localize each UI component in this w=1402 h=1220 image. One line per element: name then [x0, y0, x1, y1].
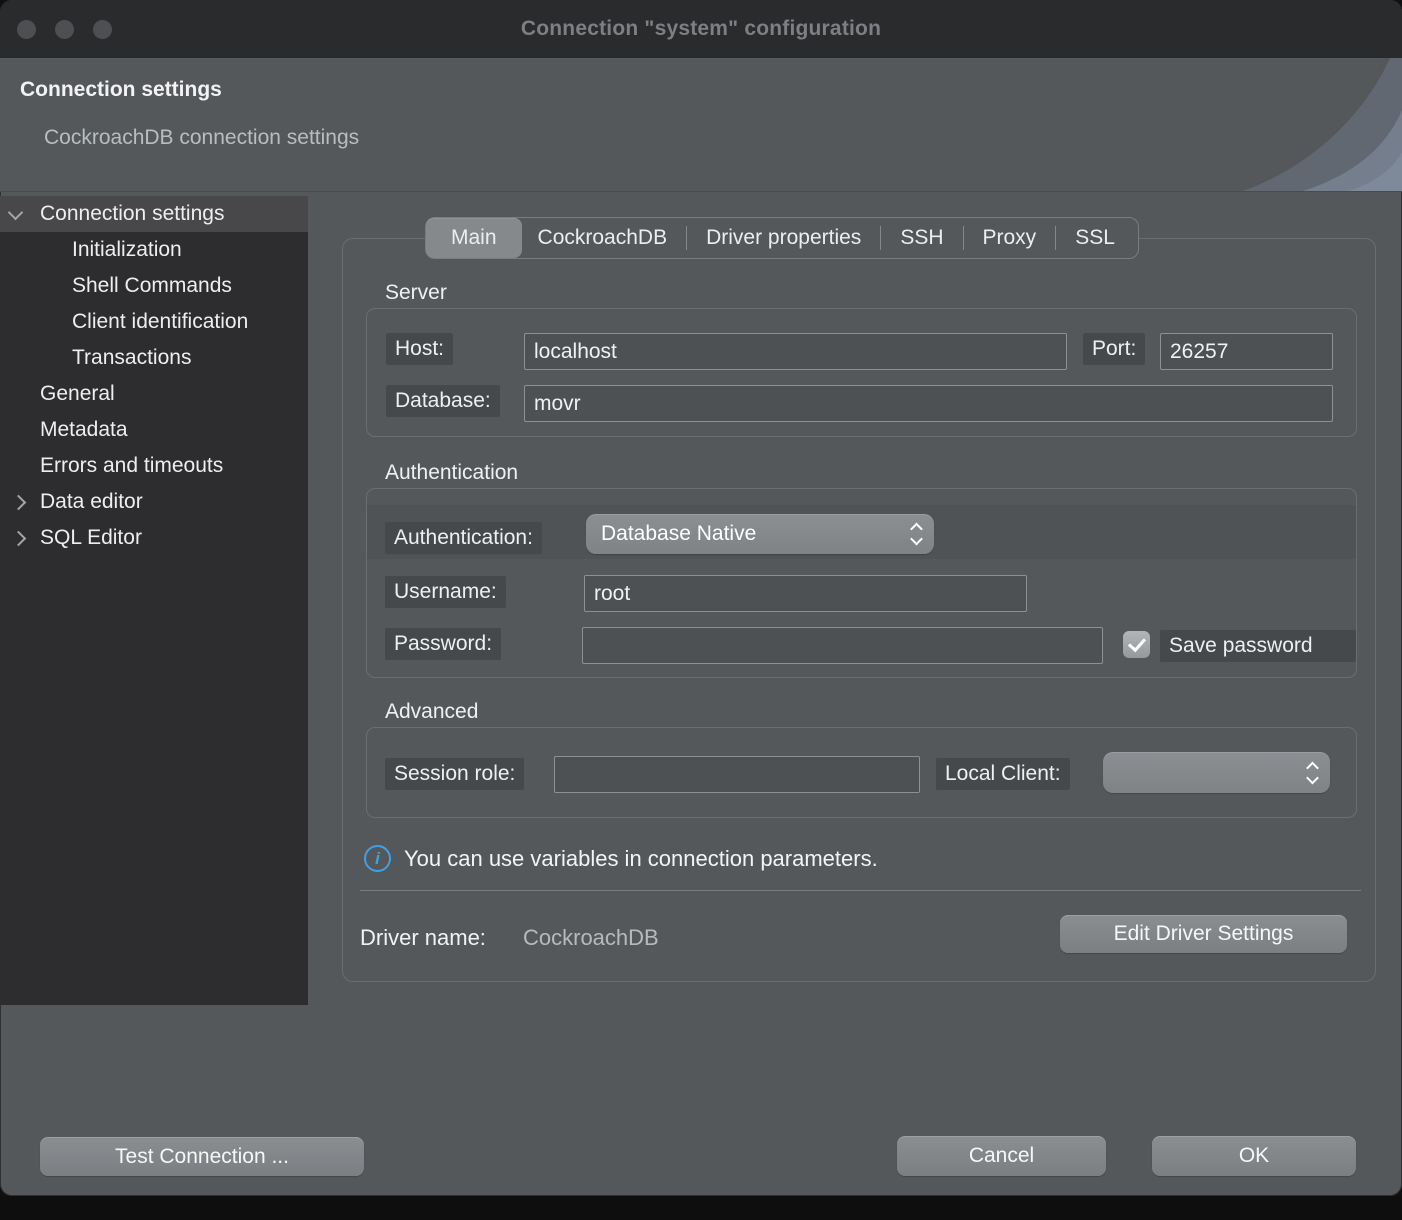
settings-tree: Connection settings Initialization Shell…	[0, 196, 308, 1005]
save-password-label: Save password	[1160, 630, 1356, 662]
page-subtitle: CockroachDB connection settings	[44, 126, 359, 150]
variables-hint-text: You can use variables in connection para…	[404, 846, 878, 872]
session-role-input[interactable]	[554, 756, 920, 793]
sidebar-item-errors-and-timeouts[interactable]: Errors and timeouts	[0, 448, 308, 484]
cancel-button[interactable]: Cancel	[897, 1136, 1106, 1176]
save-password-checkbox[interactable]	[1123, 631, 1150, 658]
tab-main[interactable]: Main	[426, 218, 522, 258]
password-label: Password:	[385, 628, 501, 660]
database-label: Database:	[386, 385, 500, 417]
local-client-select[interactable]	[1103, 752, 1330, 793]
host-label: Host:	[386, 333, 453, 365]
sidebar-item-shell-commands[interactable]: Shell Commands	[0, 268, 308, 304]
database-input[interactable]	[524, 385, 1333, 422]
title-bar[interactable]: Connection "system" configuration	[0, 0, 1402, 58]
local-client-label: Local Client:	[936, 758, 1070, 790]
sidebar-item-general[interactable]: General	[0, 376, 308, 412]
server-group: Host: Port: Database:	[366, 308, 1357, 437]
advanced-group: Session role: Local Client:	[366, 727, 1357, 818]
driver-name-label: Driver name:	[360, 925, 486, 951]
select-stepper-icon	[912, 525, 921, 544]
screen: Connection "system" configuration Connec…	[0, 0, 1402, 1220]
authentication-group: Authentication: Database Native Username…	[366, 488, 1357, 678]
tab-proxy[interactable]: Proxy	[964, 218, 1056, 258]
window-title: Connection "system" configuration	[521, 17, 881, 41]
connection-configuration-dialog: Connection "system" configuration Connec…	[0, 0, 1402, 1196]
tab-bar: Main CockroachDB Driver properties SSH P…	[425, 217, 1139, 259]
test-connection-button[interactable]: Test Connection ...	[40, 1137, 364, 1176]
advanced-group-title: Advanced	[385, 700, 478, 724]
password-input[interactable]	[582, 627, 1103, 664]
port-input[interactable]	[1160, 333, 1333, 370]
sidebar-item-metadata[interactable]: Metadata	[0, 412, 308, 448]
username-label: Username:	[385, 576, 506, 608]
select-stepper-icon	[1308, 763, 1317, 782]
tab-ssh[interactable]: SSH	[881, 218, 962, 258]
driver-name-value: CockroachDB	[523, 925, 659, 951]
sidebar-item-client-identification[interactable]: Client identification	[0, 304, 308, 340]
sidebar-item-connection-settings[interactable]: Connection settings	[0, 196, 308, 232]
ok-button[interactable]: OK	[1152, 1136, 1356, 1176]
close-window-icon[interactable]	[17, 20, 36, 39]
wizard-header: Connection settings CockroachDB connecti…	[0, 58, 1402, 192]
tab-cockroachdb[interactable]: CockroachDB	[519, 218, 687, 258]
sidebar-item-initialization[interactable]: Initialization	[0, 232, 308, 268]
host-input[interactable]	[524, 333, 1067, 370]
traffic-lights	[17, 20, 112, 39]
authentication-selected-value: Database Native	[601, 522, 756, 546]
background-desktop-strip	[0, 1196, 1402, 1220]
sidebar-item-transactions[interactable]: Transactions	[0, 340, 308, 376]
authentication-label: Authentication:	[385, 522, 542, 554]
authentication-group-title: Authentication	[385, 461, 518, 485]
edit-driver-settings-button[interactable]: Edit Driver Settings	[1060, 915, 1347, 953]
authentication-select[interactable]: Database Native	[586, 514, 934, 554]
header-swoosh-decoration	[1140, 58, 1402, 192]
chevron-down-icon[interactable]	[8, 205, 24, 221]
page-title: Connection settings	[20, 78, 222, 102]
tab-driver-properties[interactable]: Driver properties	[687, 218, 880, 258]
tab-ssl[interactable]: SSL	[1056, 218, 1134, 258]
username-input[interactable]	[584, 575, 1027, 612]
session-role-label: Session role:	[385, 758, 524, 790]
maximize-window-icon[interactable]	[93, 20, 112, 39]
sidebar-item-sql-editor[interactable]: SQL Editor	[0, 520, 308, 556]
sidebar-item-data-editor[interactable]: Data editor	[0, 484, 308, 520]
minimize-window-icon[interactable]	[55, 20, 74, 39]
chevron-right-icon[interactable]	[11, 531, 27, 547]
info-icon: i	[364, 845, 391, 872]
chevron-right-icon[interactable]	[11, 495, 27, 511]
server-group-title: Server	[385, 281, 447, 305]
driver-section-divider	[360, 890, 1361, 891]
port-label: Port:	[1083, 333, 1145, 365]
